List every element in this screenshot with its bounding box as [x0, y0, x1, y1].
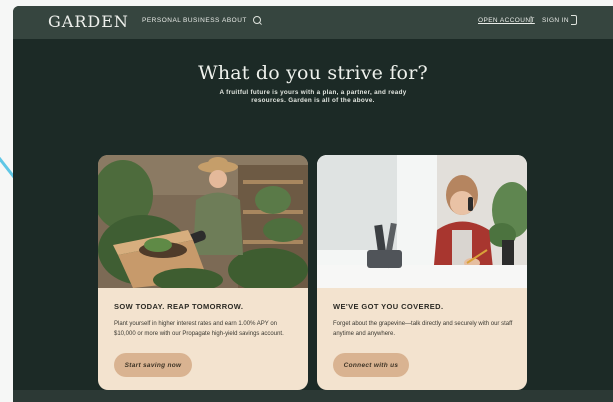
- connect-with-us-button[interactable]: Connect with us: [333, 353, 409, 377]
- nav-separator: |: [530, 15, 533, 24]
- hero-subtitle: A fruitful future is yours with a plan, …: [219, 89, 407, 104]
- woman-on-phone-photo: [317, 155, 527, 288]
- card-title: WE'VE GOT YOU COVERED.: [333, 302, 444, 311]
- footer-band: [13, 390, 613, 402]
- hero-title: What do you strive for?: [198, 62, 428, 84]
- support-card: WE'VE GOT YOU COVERED. Forget about the …: [317, 155, 527, 390]
- start-saving-button[interactable]: Start saving now: [114, 353, 192, 377]
- card-description: Plant yourself in higher interest rates …: [114, 321, 284, 337]
- browser-page: GARDEN PERSONAL BUSINESS ABOUT OPEN ACCO…: [13, 6, 613, 402]
- sign-in-icon[interactable]: [571, 15, 577, 25]
- sign-in-link[interactable]: SIGN IN: [542, 17, 569, 24]
- garden-logo[interactable]: GARDEN: [48, 12, 129, 31]
- nav-personal[interactable]: PERSONAL: [142, 17, 181, 24]
- nav-about[interactable]: ABOUT: [222, 17, 247, 24]
- top-navigation-bar: GARDEN PERSONAL BUSINESS ABOUT OPEN ACCO…: [13, 6, 613, 39]
- search-icon[interactable]: [253, 16, 261, 24]
- nav-business[interactable]: BUSINESS: [183, 17, 220, 24]
- savings-card: SOW TODAY. REAP TOMORROW. Plant yourself…: [98, 155, 308, 390]
- open-account-link[interactable]: OPEN ACCOUNT: [478, 17, 535, 24]
- gardener-photo: [98, 155, 308, 288]
- card-title: SOW TODAY. REAP TOMORROW.: [114, 302, 244, 311]
- card-description: Forget about the grapevine—talk directly…: [333, 321, 513, 337]
